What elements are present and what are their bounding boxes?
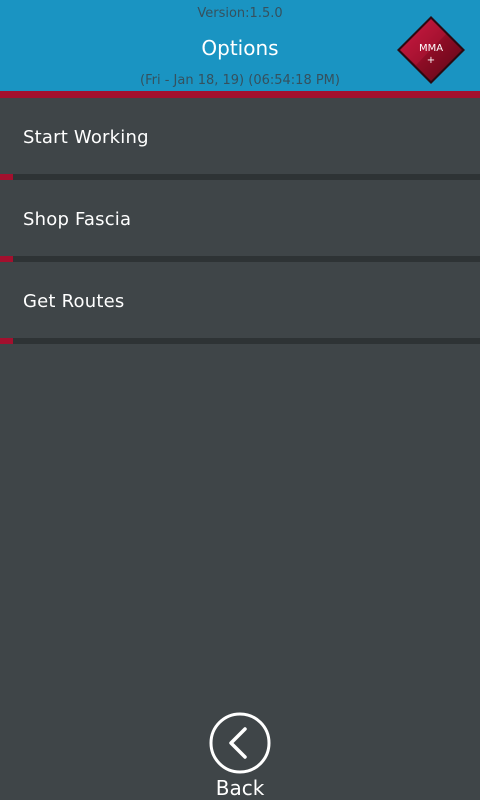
- chevron-left-circle-icon: [209, 712, 271, 774]
- divider-accent: [0, 338, 13, 344]
- menu-item-start-working[interactable]: Start Working: [0, 98, 480, 180]
- app-header: Version:1.5.0 Options (Fri - Jan 18, 19)…: [0, 0, 480, 91]
- mma-logo-icon: MMA +: [397, 16, 465, 84]
- header-border: [0, 91, 480, 98]
- divider: [0, 338, 480, 344]
- back-label: Back: [215, 776, 265, 800]
- logo-text: MMA: [419, 43, 443, 54]
- back-button[interactable]: Back: [200, 708, 280, 800]
- menu-item-label: Start Working: [23, 127, 149, 148]
- menu-item-label: Get Routes: [23, 291, 125, 312]
- logo-plus: +: [427, 55, 435, 66]
- menu-item-get-routes[interactable]: Get Routes: [0, 262, 480, 344]
- menu-item-shop-fascia[interactable]: Shop Fascia: [0, 180, 480, 262]
- menu-item-label: Shop Fascia: [23, 209, 132, 230]
